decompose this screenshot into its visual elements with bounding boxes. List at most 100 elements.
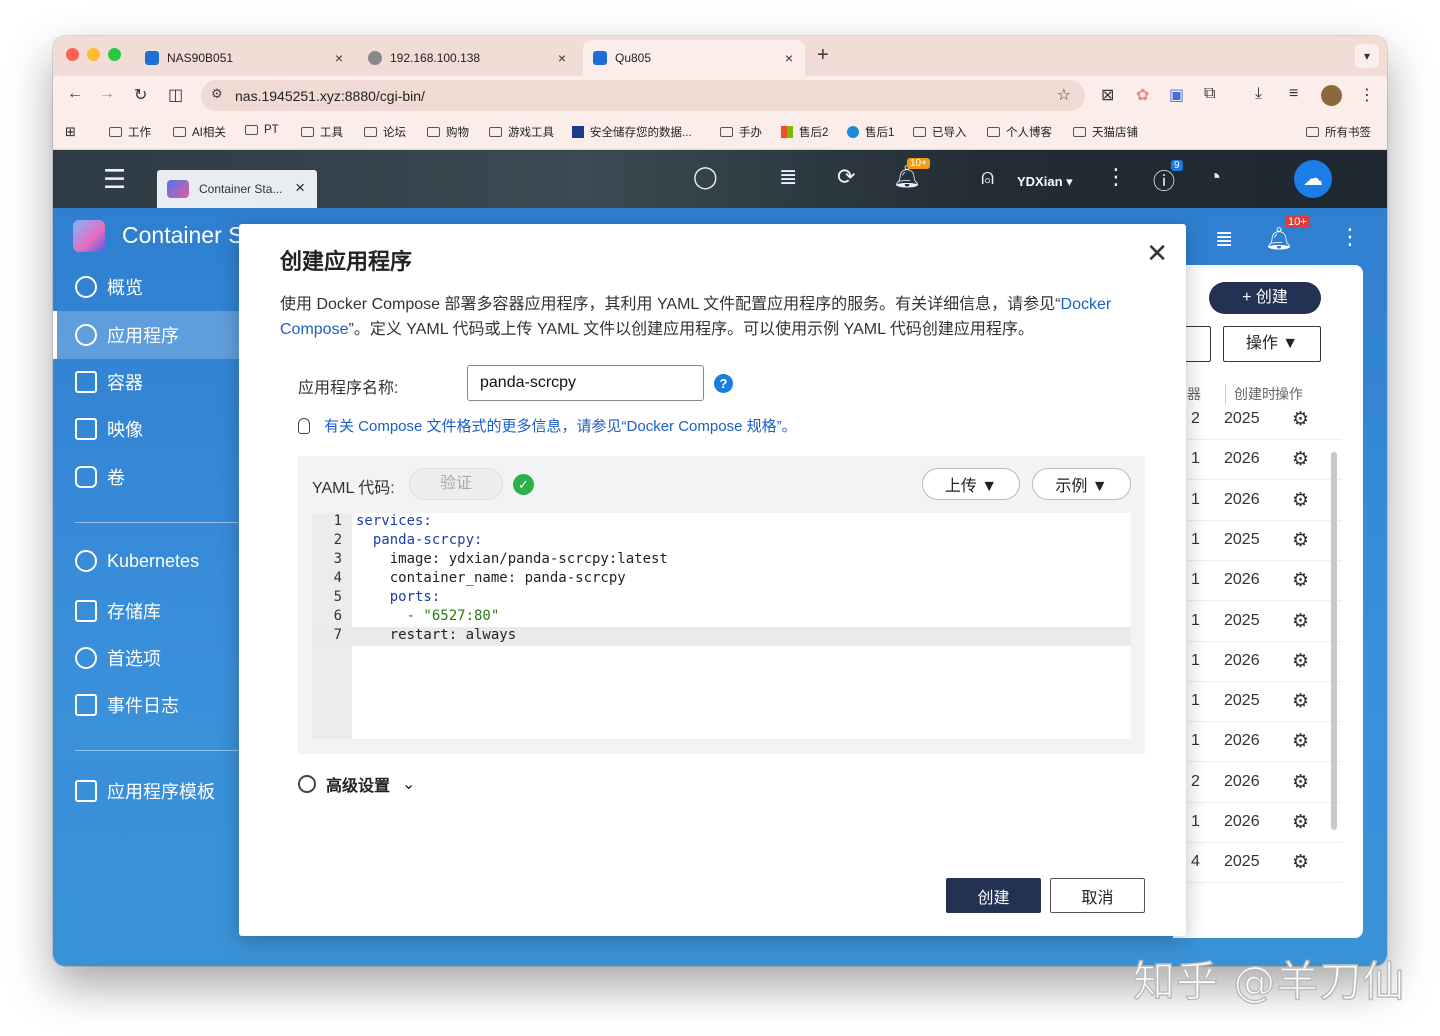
help-icon[interactable]: ? xyxy=(714,374,733,393)
sidebar-item-event-log[interactable]: 事件日志 xyxy=(75,692,179,718)
gear-icon[interactable]: ⚙ xyxy=(1292,851,1309,874)
actions-dropdown[interactable]: 操作 ▼ xyxy=(1223,326,1321,362)
code-line[interactable]: panda-scrcpy: xyxy=(356,532,483,551)
gear-icon[interactable]: ⚙ xyxy=(1292,529,1309,552)
sidebar-item-images[interactable]: 映像 xyxy=(75,416,143,442)
validate-button[interactable]: 验证 xyxy=(409,468,503,500)
close-icon[interactable]: ✕ xyxy=(1146,238,1168,269)
table-row[interactable]: 1 2025 ⚙ xyxy=(1187,521,1342,561)
gear-icon[interactable]: ⚙ xyxy=(1292,650,1309,673)
close-tab-icon[interactable]: × xyxy=(785,50,793,66)
upload-dropdown[interactable]: 上传 ▼ xyxy=(922,468,1020,500)
create-app-button[interactable]: + 创建 xyxy=(1209,282,1321,314)
table-scrollbar[interactable] xyxy=(1331,452,1337,830)
apps-grid-icon[interactable]: ⊞ xyxy=(65,124,76,140)
bookmark-folder[interactable]: AI相关 xyxy=(173,124,226,140)
notification-bell-icon[interactable]: 🔔︎ xyxy=(1265,226,1293,252)
minimize-window-icon[interactable] xyxy=(87,48,100,61)
media-icon[interactable]: ≡ xyxy=(1289,85,1298,103)
tasks-icon[interactable]: ≣ xyxy=(1215,226,1233,252)
split-view-icon[interactable]: ◫ xyxy=(168,85,183,105)
gear-icon[interactable]: ⚙ xyxy=(1292,690,1309,713)
gear-icon[interactable]: ⚙ xyxy=(1292,771,1309,794)
menu-icon[interactable]: ⋮ xyxy=(1359,85,1375,105)
gear-icon[interactable]: ⚙ xyxy=(1292,489,1309,512)
gear-icon[interactable]: ⚙ xyxy=(1292,610,1309,633)
forward-icon[interactable]: → xyxy=(99,85,115,103)
tasks-icon[interactable]: ≣ xyxy=(779,164,797,190)
table-row[interactable]: 1 2026 ⚙ xyxy=(1187,481,1342,521)
bookmark-link[interactable]: 安全储存您的数据... xyxy=(572,124,692,140)
cloud-icon[interactable]: ☁ xyxy=(1294,160,1332,198)
table-row[interactable]: 1 2025 ⚙ xyxy=(1187,602,1342,642)
create-button[interactable]: 创建 xyxy=(946,878,1041,913)
gear-icon[interactable]: ⚙ xyxy=(1292,408,1309,431)
bookmark-folder[interactable]: 已导入 xyxy=(913,124,967,140)
table-row[interactable]: 1 2026 ⚙ xyxy=(1187,440,1342,481)
advanced-settings-toggle[interactable]: 高级设置 ⌄ xyxy=(298,772,415,796)
bookmark-folder[interactable]: 购物 xyxy=(427,124,469,140)
bookmark-link[interactable]: 售后1 xyxy=(847,124,894,140)
table-row[interactable]: 1 2026 ⚙ xyxy=(1187,722,1342,763)
sidebar-item-containers[interactable]: 容器 xyxy=(75,369,143,395)
download-icon[interactable]: ⤓ xyxy=(1255,85,1262,103)
sidebar-item-preferences[interactable]: 首选项 xyxy=(75,645,161,671)
example-dropdown[interactable]: 示例 ▼ xyxy=(1032,468,1131,500)
code-line[interactable]: ports: xyxy=(356,589,441,608)
table-row[interactable]: 1 2025 ⚙ xyxy=(1187,682,1342,723)
code-line[interactable]: image: ydxian/panda-scrcpy:latest xyxy=(356,551,668,570)
bookmark-link[interactable]: 售后2 xyxy=(781,124,828,140)
extensions-puzzle-icon[interactable]: ⧉ xyxy=(1204,85,1215,103)
tab-search-icon[interactable]: ▾ xyxy=(1355,44,1379,68)
qts-app-tab[interactable]: Container Sta... × xyxy=(157,170,317,208)
code-line[interactable]: - "6527:80" xyxy=(356,608,500,627)
sidebar-item-overview[interactable]: 概览 xyxy=(75,274,143,300)
hamburger-menu-icon[interactable]: ☰ xyxy=(103,164,126,195)
close-tab-icon[interactable]: × xyxy=(295,178,305,198)
site-info-icon[interactable]: ⚙ xyxy=(211,86,223,102)
bookmark-folder[interactable]: 个人博客 xyxy=(987,124,1052,140)
back-icon[interactable]: ← xyxy=(67,85,83,103)
search-icon[interactable]: ◯ xyxy=(693,164,718,190)
bookmark-folder[interactable]: 手办 xyxy=(720,124,762,140)
yaml-editor[interactable]: 1 2 3 4 5 6 7 services: panda-scrcpy: im… xyxy=(312,513,1131,739)
maximize-window-icon[interactable] xyxy=(108,48,121,61)
browser-tab-3[interactable]: Qu805 × xyxy=(583,40,805,76)
bookmark-folder[interactable]: 天猫店铺 xyxy=(1073,124,1138,140)
bookmark-folder[interactable]: PT xyxy=(245,124,279,136)
profile-avatar[interactable] xyxy=(1321,85,1342,106)
bookmark-folder[interactable]: 工作 xyxy=(109,124,151,140)
browser-tab-2[interactable]: 192.168.100.138 × xyxy=(358,40,578,76)
bookmark-folder[interactable]: 论坛 xyxy=(364,124,406,140)
cancel-button[interactable]: 取消 xyxy=(1050,878,1145,913)
table-row[interactable]: 2 2025 ⚙ xyxy=(1187,400,1342,440)
table-row[interactable]: 1 2026 ⚙ xyxy=(1187,803,1342,843)
gear-icon[interactable]: ⚙ xyxy=(1292,811,1309,834)
table-row[interactable]: 1 2026 ⚙ xyxy=(1187,642,1342,682)
code-line[interactable]: container_name: panda-scrcpy xyxy=(356,570,626,589)
sidebar-item-kubernetes[interactable]: Kubernetes xyxy=(75,550,199,572)
extension-icon-3[interactable]: ▣ xyxy=(1169,85,1184,105)
app-name-input[interactable] xyxy=(467,365,704,401)
close-tab-icon[interactable]: × xyxy=(335,50,343,66)
user-icon[interactable]: ⍝ xyxy=(981,164,994,190)
table-row[interactable]: 4 2025 ⚙ xyxy=(1187,843,1342,884)
user-menu[interactable]: YDXian ▾ xyxy=(1017,174,1073,190)
extension-icon-2[interactable]: ✿ xyxy=(1136,85,1149,105)
compose-info[interactable]: 有关 Compose 文件格式的更多信息，请参见“Docker Compose … xyxy=(298,415,797,436)
close-window-icon[interactable] xyxy=(66,48,79,61)
sync-icon[interactable]: ⟳ xyxy=(837,164,855,190)
code-line[interactable]: services: xyxy=(356,513,432,532)
browser-tab-1[interactable]: NAS90B051 × xyxy=(135,40,355,76)
more-options-icon[interactable]: ⋮ xyxy=(1339,224,1361,250)
bookmark-folder[interactable]: 游戏工具 xyxy=(489,124,554,140)
bookmark-star-icon[interactable]: ☆ xyxy=(1057,85,1071,105)
sidebar-item-applications[interactable]: 应用程序 xyxy=(75,322,179,348)
new-tab-button[interactable]: + xyxy=(817,44,829,67)
sidebar-item-volumes[interactable]: 卷 xyxy=(75,464,125,490)
sidebar-item-app-templates[interactable]: 应用程序模板 xyxy=(75,778,215,804)
table-row[interactable]: 1 2026 ⚙ xyxy=(1187,561,1342,602)
gear-icon[interactable]: ⚙ xyxy=(1292,730,1309,753)
more-options-icon[interactable]: ⋮ xyxy=(1105,164,1127,190)
all-bookmarks[interactable]: 所有书签 xyxy=(1306,124,1371,140)
